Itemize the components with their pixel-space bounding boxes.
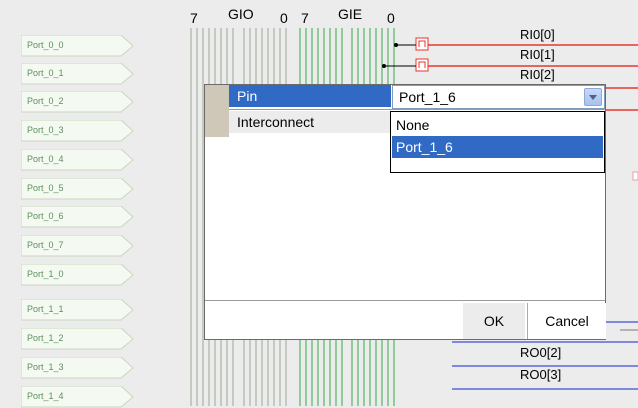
pin-properties-dialog: Pin Interconnect Port_1_6 None Port_1_6 … [204, 84, 606, 340]
gio-lsb-label: 0 [280, 10, 288, 26]
gie-lsb-label: 0 [387, 10, 395, 26]
pin-dropdown-list: None Port_1_6 [390, 111, 605, 173]
ok-button[interactable]: OK [463, 303, 525, 339]
pin-property-label[interactable]: Pin [229, 85, 391, 107]
chevron-down-icon[interactable] [584, 88, 602, 106]
pin-select[interactable]: Port_1_6 [392, 85, 605, 109]
gie-msb-label: 7 [301, 10, 309, 26]
dialog-button-bar: OK Cancel [205, 300, 606, 339]
gio-bus-label: GIO [228, 6, 254, 22]
signal-ri0-0: RI0[0] [520, 27, 555, 42]
property-grid-gutter [205, 85, 229, 137]
cancel-button[interactable]: Cancel [527, 303, 606, 339]
gio-msb-label: 7 [190, 10, 198, 26]
pin-select-value: Port_1_6 [399, 89, 456, 105]
interconnect-property-label[interactable]: Interconnect [229, 111, 391, 133]
gie-bus-label: GIE [338, 6, 363, 22]
signal-ro0-3: RO0[3] [520, 367, 562, 382]
signal-ro0-2: RO0[2] [520, 345, 562, 360]
signal-ri0-1: RI0[1] [520, 47, 555, 62]
dropdown-option-none[interactable]: None [392, 114, 603, 136]
schematic-canvas[interactable]: Port_0_0 Port_0_1 Port_0_2 Port_0_3 Port… [0, 0, 638, 408]
row-divider [229, 109, 605, 110]
dropdown-option-port-1-6[interactable]: Port_1_6 [392, 136, 603, 158]
signal-ri0-2: RI0[2] [520, 67, 555, 82]
